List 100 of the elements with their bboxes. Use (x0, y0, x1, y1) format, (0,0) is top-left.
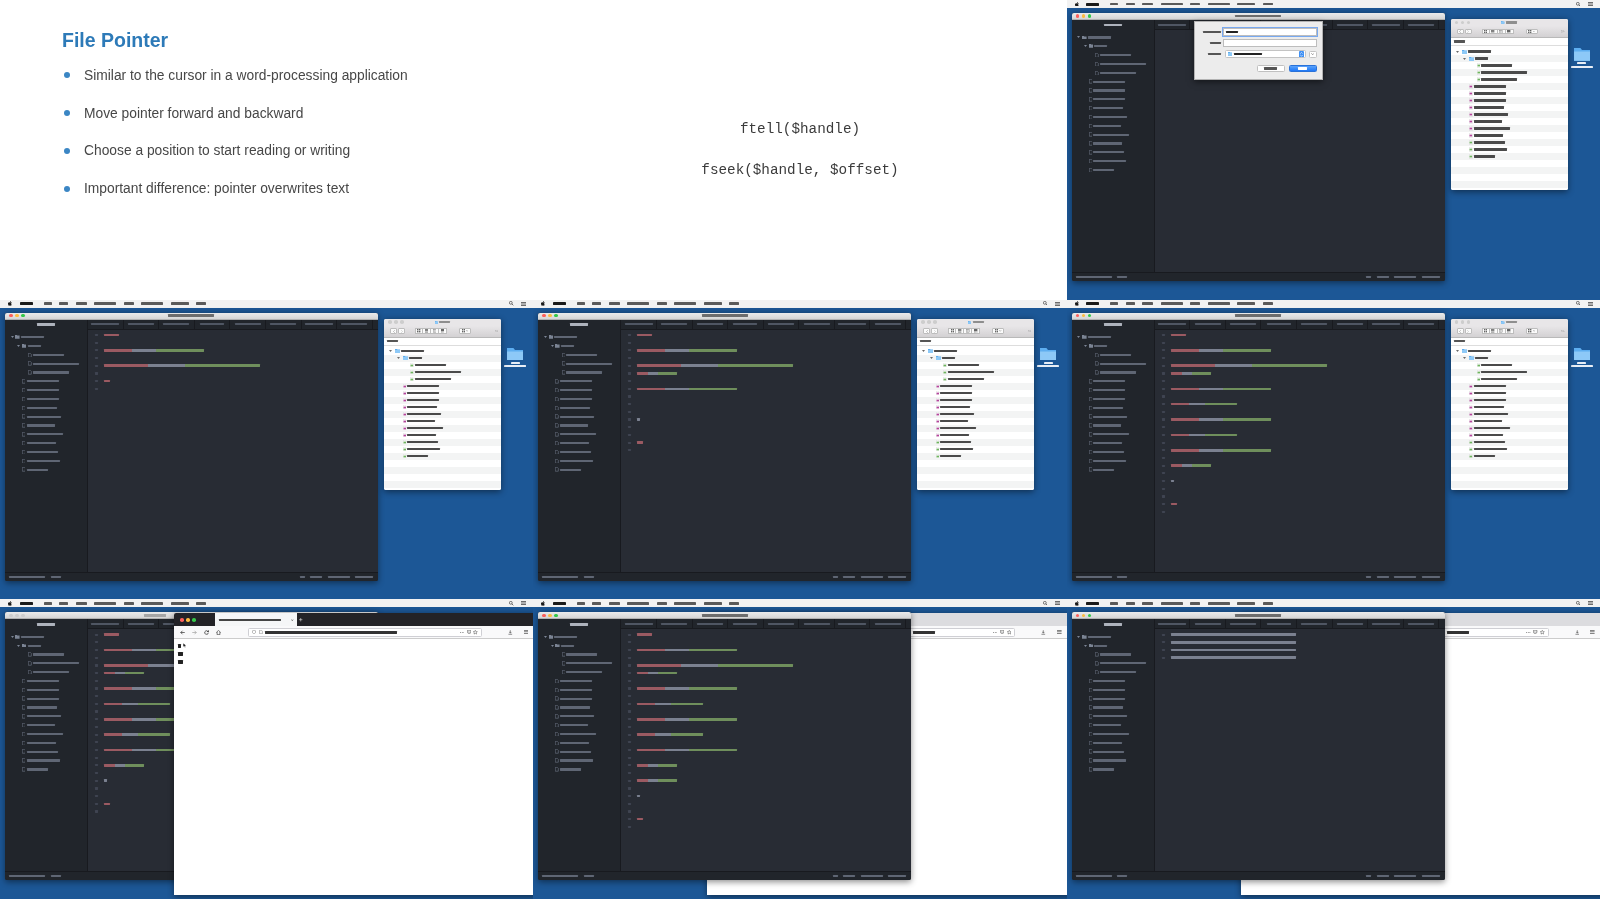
code-line: ftell($handle) (739, 119, 861, 138)
search-icon[interactable] (509, 301, 514, 306)
bullet-text: Move pointer forward and backward (84, 105, 304, 121)
folder-icon[interactable] (1573, 48, 1590, 61)
bullet-icon (64, 147, 70, 154)
list-icon[interactable] (1054, 601, 1060, 606)
search-icon[interactable] (1576, 601, 1581, 606)
gallery-icon[interactable] (440, 329, 445, 333)
search-icon[interactable] (1576, 1, 1581, 7)
folder-icon (928, 349, 934, 354)
desktop-folder-drawing[interactable] (503, 347, 527, 368)
close-icon[interactable] (290, 618, 294, 622)
search-icon[interactable] (1042, 301, 1048, 306)
php-file-icon (1469, 126, 1473, 131)
grid-icon[interactable] (1528, 329, 1532, 333)
desktop-folder-drawing[interactable] (1569, 48, 1594, 68)
caret-down-icon[interactable] (1083, 45, 1087, 48)
caret-down-icon[interactable] (1077, 336, 1081, 339)
folder-icon[interactable] (1040, 347, 1057, 361)
star-icon[interactable] (1006, 630, 1012, 635)
folder-icon (1469, 356, 1475, 361)
star-icon[interactable] (473, 630, 478, 635)
apple-icon[interactable] (541, 600, 546, 606)
list-icon[interactable] (1588, 2, 1593, 6)
search-icon[interactable] (1042, 601, 1048, 606)
caret-down-icon[interactable] (17, 344, 21, 347)
folder-icon[interactable] (1573, 347, 1590, 361)
bullet-text: Important difference: pointer overwrites text (84, 181, 350, 196)
list-icon[interactable] (424, 329, 429, 333)
icon-grid-icon[interactable] (1483, 329, 1488, 333)
apple-icon[interactable] (1074, 600, 1079, 606)
caret-down-icon[interactable] (544, 336, 547, 339)
caret-down-icon[interactable] (1083, 644, 1087, 647)
stepper-icon[interactable] (1298, 50, 1304, 58)
icon-grid-icon[interactable] (950, 329, 954, 333)
search-icon[interactable] (509, 601, 514, 606)
chevron-shield-icon[interactable] (999, 630, 1005, 635)
php-file-icon (1469, 91, 1473, 96)
caret-down-icon[interactable] (389, 350, 392, 353)
grid-icon[interactable] (994, 329, 999, 333)
caret-down-icon[interactable] (17, 644, 21, 647)
bullet-text: Choose a position to start reading or writing (84, 143, 351, 159)
folder-icon (967, 320, 972, 324)
folder-icon (402, 356, 408, 361)
grid-icon[interactable] (461, 329, 465, 333)
list-icon[interactable] (1054, 301, 1060, 306)
list-icon[interactable] (1491, 329, 1495, 333)
list-icon[interactable] (1588, 301, 1593, 306)
list-icon[interactable] (521, 601, 527, 606)
icon-grid-icon[interactable] (1483, 29, 1488, 34)
caret-down-icon[interactable] (10, 635, 14, 638)
php-file-icon (1469, 84, 1473, 89)
folder-icon (935, 356, 941, 361)
folder-icon[interactable] (507, 347, 523, 361)
apple-icon[interactable] (1074, 1, 1079, 7)
search-icon[interactable] (1576, 301, 1581, 306)
chevron-shield-icon[interactable] (1533, 630, 1538, 635)
chevron-down-icon[interactable] (1310, 52, 1315, 56)
house-icon[interactable] (216, 629, 221, 635)
gallery-icon[interactable] (1507, 329, 1511, 333)
folder-icon (1461, 349, 1467, 354)
grid-icon[interactable] (1528, 29, 1532, 34)
list-icon[interactable] (1588, 601, 1593, 606)
list-icon[interactable] (1491, 29, 1495, 34)
gallery-icon[interactable] (1507, 29, 1511, 34)
php-file-icon (1469, 112, 1473, 117)
bullet-icon (64, 72, 70, 79)
star-icon[interactable] (1540, 630, 1545, 635)
list-icon[interactable] (958, 329, 962, 333)
folder-icon (434, 320, 438, 324)
apple-icon[interactable] (8, 301, 12, 307)
columns-icon[interactable] (432, 329, 437, 333)
caret-down-icon[interactable] (1077, 635, 1081, 638)
bullet-text: Similar to the cursor in a word-processing application (84, 67, 408, 83)
caret-down-icon[interactable] (1083, 344, 1087, 347)
php-file-icon (1469, 98, 1473, 103)
arrow-left-icon[interactable] (180, 629, 185, 635)
text-file-icon (1469, 147, 1473, 152)
gallery-icon[interactable] (974, 329, 978, 333)
plus-icon[interactable] (299, 618, 303, 622)
reload-icon[interactable] (204, 629, 209, 635)
apple-icon[interactable] (541, 301, 546, 307)
folder-icon (1501, 21, 1505, 24)
apple-icon[interactable] (8, 600, 12, 606)
caret-down-icon[interactable] (550, 644, 554, 647)
caret-down-icon[interactable] (10, 336, 14, 339)
desktop-folder-drawing[interactable] (1569, 347, 1594, 368)
download-icon[interactable] (508, 630, 513, 635)
icon-grid-icon[interactable] (417, 329, 421, 333)
caret-down-icon[interactable] (544, 635, 547, 638)
desktop-folder-drawing[interactable] (1036, 347, 1061, 368)
text-file-icon (1476, 77, 1481, 82)
caret-down-icon[interactable] (550, 344, 554, 347)
apple-icon[interactable] (1074, 301, 1079, 307)
slide-title: File Pointer (62, 29, 169, 51)
caret-down-icon[interactable] (1077, 36, 1081, 39)
list-icon[interactable] (521, 301, 527, 306)
menu-icon[interactable] (523, 630, 529, 635)
folder-icon (1501, 320, 1505, 324)
chevron-shield-icon[interactable] (466, 630, 471, 635)
